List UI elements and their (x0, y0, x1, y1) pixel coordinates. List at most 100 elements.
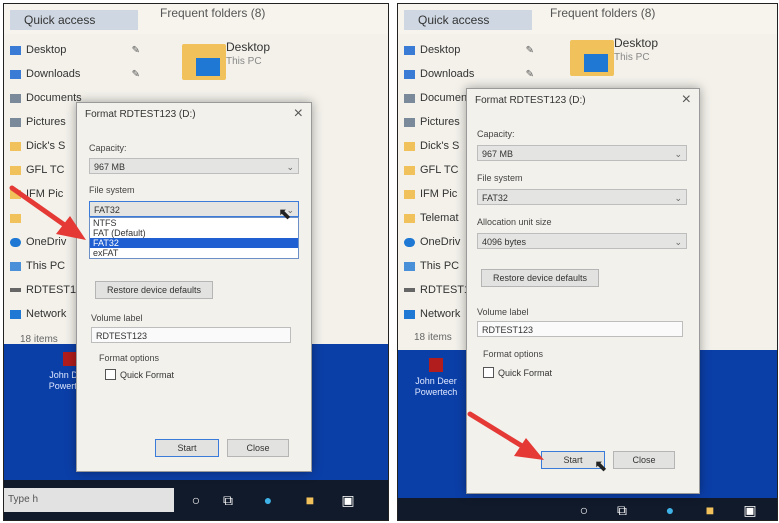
pin-icon: ✎ (525, 44, 534, 56)
filesystem-label: File system (477, 173, 523, 183)
folder-icon (10, 93, 21, 103)
format-options-heading: Format options (483, 349, 544, 359)
cortana-circle-icon[interactable]: ○ (186, 490, 206, 510)
format-dialog: Format RDTEST123 (D:) × Capacity: 967 MB… (76, 102, 312, 472)
frequent-folders-heading: Frequent folders (8) (160, 6, 266, 20)
restore-defaults-button[interactable]: Restore device defaults (481, 269, 599, 287)
red-arrow-icon (9, 185, 86, 240)
folder-icon (404, 165, 415, 175)
folder-tile-location: This PC (614, 52, 650, 63)
volume-label-input[interactable]: RDTEST123 (91, 327, 291, 343)
folder-icon (404, 117, 415, 127)
app-icon (429, 358, 443, 372)
network-icon (404, 309, 415, 319)
task-view-icon[interactable]: ⧉ (218, 490, 238, 510)
allocation-unit-select[interactable]: 4096 bytes ⌄ (477, 233, 687, 249)
red-arrow-icon (467, 411, 544, 460)
pin-icon: ✎ (131, 68, 140, 80)
app-icon (63, 352, 77, 366)
drive-icon (404, 288, 415, 292)
filesystem-select[interactable]: FAT32 ⌄ (477, 189, 687, 205)
store-icon[interactable]: ▣ (740, 500, 760, 520)
drive-icon (10, 288, 21, 292)
dialog-title: Format RDTEST123 (D:) (85, 109, 196, 120)
folder-icon (404, 93, 415, 103)
format-options-heading: Format options (99, 353, 160, 363)
volume-label-heading: Volume label (477, 307, 529, 317)
nav-item-downloads[interactable]: Downloads ✎ (10, 62, 140, 86)
mouse-cursor-icon: ⬉ (594, 458, 608, 475)
computer-icon (10, 261, 21, 271)
start-button[interactable]: Start (155, 439, 219, 457)
edge-icon[interactable]: ● (258, 490, 278, 510)
store-icon[interactable]: ▣ (338, 490, 358, 510)
folder-icon (10, 117, 21, 127)
filesystem-dropdown-list: NTFS FAT (Default) FAT32 exFAT (89, 217, 299, 259)
cloud-icon (404, 237, 415, 247)
desktop-folder-icon[interactable] (570, 40, 614, 76)
mouse-cursor-icon: ⬉ (278, 206, 292, 223)
close-icon[interactable]: × (294, 105, 303, 123)
pin-icon: ✎ (131, 44, 140, 56)
folder-icon (404, 213, 415, 223)
nav-item-desktop[interactable]: Desktop ✎ (10, 38, 140, 62)
right-photo: Quick access Frequent folders (8) Deskto… (397, 3, 778, 521)
frequent-folders-heading: Frequent folders (8) (550, 6, 656, 20)
quick-format-row[interactable]: Quick Format (483, 367, 552, 378)
computer-icon (404, 261, 415, 271)
desktop-shortcut[interactable]: John Deer Powertech (406, 358, 466, 398)
taskbar: ○ ⧉ ● ■ ▣ (398, 498, 777, 520)
close-icon[interactable]: × (682, 91, 691, 109)
nav-item-downloads[interactable]: Downloads ✎ (404, 62, 534, 86)
taskbar-search[interactable]: Type h (4, 488, 174, 512)
quick-format-checkbox[interactable] (483, 367, 494, 378)
folder-icon (404, 69, 415, 79)
items-count: 18 items (414, 332, 452, 343)
quick-access-item[interactable]: Quick access (10, 10, 138, 30)
cortana-circle-icon[interactable]: ○ (574, 500, 594, 520)
network-icon (10, 309, 21, 319)
filesystem-select[interactable]: FAT32 ⌄ (89, 201, 299, 217)
folder-icon (10, 45, 21, 55)
capacity-select[interactable]: 967 MB ⌄ (89, 158, 299, 174)
chevron-down-icon: ⌄ (674, 237, 682, 247)
quick-format-checkbox[interactable] (105, 369, 116, 380)
folder-icon (10, 165, 21, 175)
allocation-unit-label: Allocation unit size (477, 217, 552, 227)
volume-label-input[interactable]: RDTEST123 (477, 321, 683, 337)
folder-icon (10, 141, 21, 151)
restore-defaults-button[interactable]: Restore device defaults (95, 281, 213, 299)
volume-label-heading: Volume label (91, 313, 143, 323)
file-explorer-icon[interactable]: ■ (300, 490, 320, 510)
close-button[interactable]: Close (227, 439, 289, 457)
folder-icon (10, 69, 21, 79)
left-photo: Quick access Frequent folders (8) Deskto… (3, 3, 389, 521)
chevron-down-icon: ⌄ (674, 193, 682, 203)
edge-icon[interactable]: ● (660, 500, 680, 520)
file-explorer-icon[interactable]: ■ (700, 500, 720, 520)
filesystem-option-fat[interactable]: FAT (Default) (90, 228, 298, 238)
filesystem-option-fat32[interactable]: FAT32 (90, 238, 298, 248)
folder-icon (404, 45, 415, 55)
folder-icon (404, 141, 415, 151)
filesystem-option-ntfs[interactable]: NTFS (90, 218, 298, 228)
chevron-down-icon: ⌄ (674, 149, 682, 159)
close-button[interactable]: Close (613, 451, 675, 469)
taskbar: Type h ○ ⧉ ● ■ ▣ (4, 480, 388, 520)
dialog-title: Format RDTEST123 (D:) (475, 95, 586, 106)
quick-format-row[interactable]: Quick Format (105, 369, 174, 380)
task-view-icon[interactable]: ⧉ (612, 500, 632, 520)
capacity-select[interactable]: 967 MB ⌄ (477, 145, 687, 161)
quick-access-item[interactable]: Quick access (404, 10, 532, 30)
folder-icon (404, 189, 415, 199)
nav-item-desktop[interactable]: Desktop ✎ (404, 38, 534, 62)
filesystem-option-exfat[interactable]: exFAT (90, 248, 298, 258)
desktop-folder-icon[interactable] (182, 44, 226, 80)
folder-tile-name: Desktop (226, 40, 271, 54)
folder-tile-location: This PC (226, 56, 262, 67)
chevron-down-icon: ⌄ (286, 162, 294, 172)
pin-icon: ✎ (525, 68, 534, 80)
capacity-label: Capacity: (89, 143, 127, 153)
folder-tile-name: Desktop (614, 36, 659, 50)
capacity-label: Capacity: (477, 129, 515, 139)
